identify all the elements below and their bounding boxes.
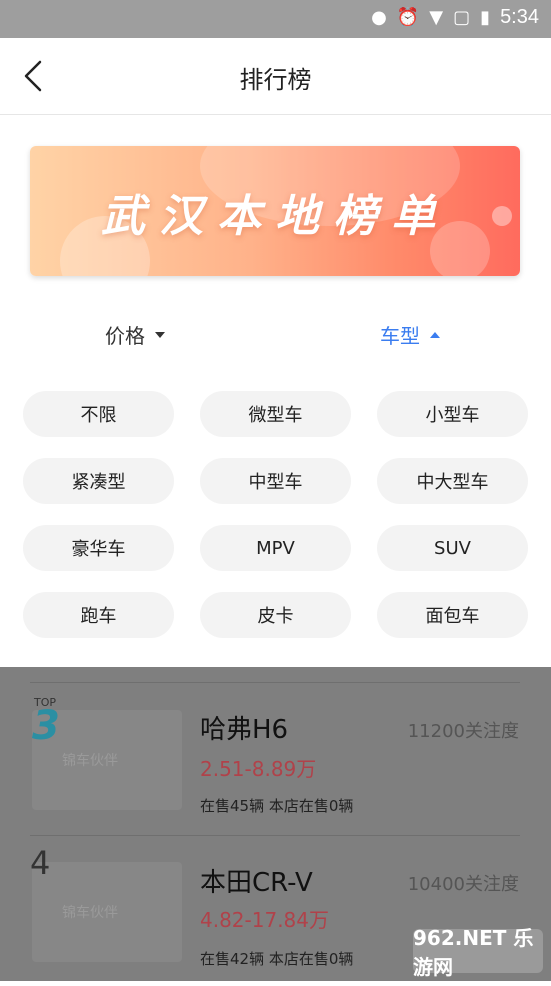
location-icon: ● bbox=[371, 7, 387, 28]
placeholder-logo: 锦车伙伴 bbox=[62, 905, 118, 921]
page-title: 排行榜 bbox=[239, 66, 312, 94]
car-type-chip[interactable]: 不限 bbox=[23, 391, 174, 437]
car-type-chip[interactable]: 中大型车 bbox=[377, 458, 528, 504]
price-filter-label: 价格 bbox=[105, 324, 145, 348]
status-icons: ● ⏰ ▼ ▢ ▮ 5:34 bbox=[371, 6, 539, 29]
car-type-chip[interactable]: MPV bbox=[200, 525, 351, 571]
car-type-chip[interactable]: 小型车 bbox=[377, 391, 528, 437]
car-thumbnail: 锦车伙伴 bbox=[32, 862, 182, 962]
rank-number: 3 bbox=[32, 703, 60, 749]
car-type-chip[interactable]: SUV bbox=[377, 525, 528, 571]
local-ranking-banner[interactable]: 武汉本地榜单 bbox=[30, 146, 520, 276]
price-filter[interactable]: 价格 bbox=[105, 320, 165, 349]
car-type-chip[interactable]: 跑车 bbox=[23, 592, 174, 638]
car-type-chip[interactable]: 豪华车 bbox=[23, 525, 174, 571]
car-stock: 在售42辆 本店在售0辆 bbox=[200, 950, 354, 968]
placeholder-logo: 锦车伙伴 bbox=[62, 753, 118, 769]
dim-overlay[interactable]: 锦车伙伴 TOP 3 哈弗H6 2.51-8.89万 在售45辆 本店在售0辆 … bbox=[0, 667, 551, 981]
status-time: 5:34 bbox=[500, 6, 539, 28]
car-name: 本田CR-V bbox=[200, 868, 313, 898]
rank-number: 4 bbox=[30, 844, 51, 882]
banner-title: 武汉本地榜单 bbox=[101, 191, 449, 242]
wifi-icon: ▼ bbox=[429, 7, 444, 28]
sim-icon: ▢ bbox=[453, 7, 471, 28]
car-attention: 11200关注度 bbox=[407, 721, 519, 742]
car-stock: 在售45辆 本店在售0辆 bbox=[200, 797, 354, 815]
caret-up-icon bbox=[430, 331, 440, 338]
car-price: 4.82-17.84万 bbox=[200, 908, 330, 932]
car-type-options: 不限 微型车 小型车 紧凑型 中型车 中大型车 豪华车 MPV SUV 跑车 皮… bbox=[23, 391, 529, 638]
app-header: 排行榜 bbox=[0, 38, 551, 115]
car-name: 哈弗H6 bbox=[200, 715, 289, 745]
car-type-filter-label: 车型 bbox=[380, 324, 420, 348]
car-price: 2.51-8.89万 bbox=[200, 757, 317, 781]
filter-bar: 价格 车型 bbox=[0, 320, 551, 360]
watermark-text: 962.NET 乐游网 bbox=[413, 926, 534, 979]
car-type-chip[interactable]: 皮卡 bbox=[200, 592, 351, 638]
car-type-chip[interactable]: 紧凑型 bbox=[23, 458, 174, 504]
car-attention: 10400关注度 bbox=[407, 874, 519, 895]
status-bar: ● ⏰ ▼ ▢ ▮ 5:34 bbox=[0, 0, 551, 38]
watermark-logo: 962.NET 乐游网 bbox=[413, 926, 543, 979]
alarm-icon: ⏰ bbox=[396, 7, 420, 28]
battery-icon: ▮ bbox=[480, 7, 491, 28]
caret-down-icon bbox=[155, 331, 165, 338]
car-type-chip[interactable]: 中型车 bbox=[200, 458, 351, 504]
car-type-chip[interactable]: 微型车 bbox=[200, 391, 351, 437]
car-type-chip[interactable]: 面包车 bbox=[377, 592, 528, 638]
car-type-filter[interactable]: 车型 bbox=[380, 320, 440, 349]
ranking-list-item[interactable]: 锦车伙伴 TOP 3 哈弗H6 2.51-8.89万 在售45辆 本店在售0辆 … bbox=[0, 683, 551, 833]
